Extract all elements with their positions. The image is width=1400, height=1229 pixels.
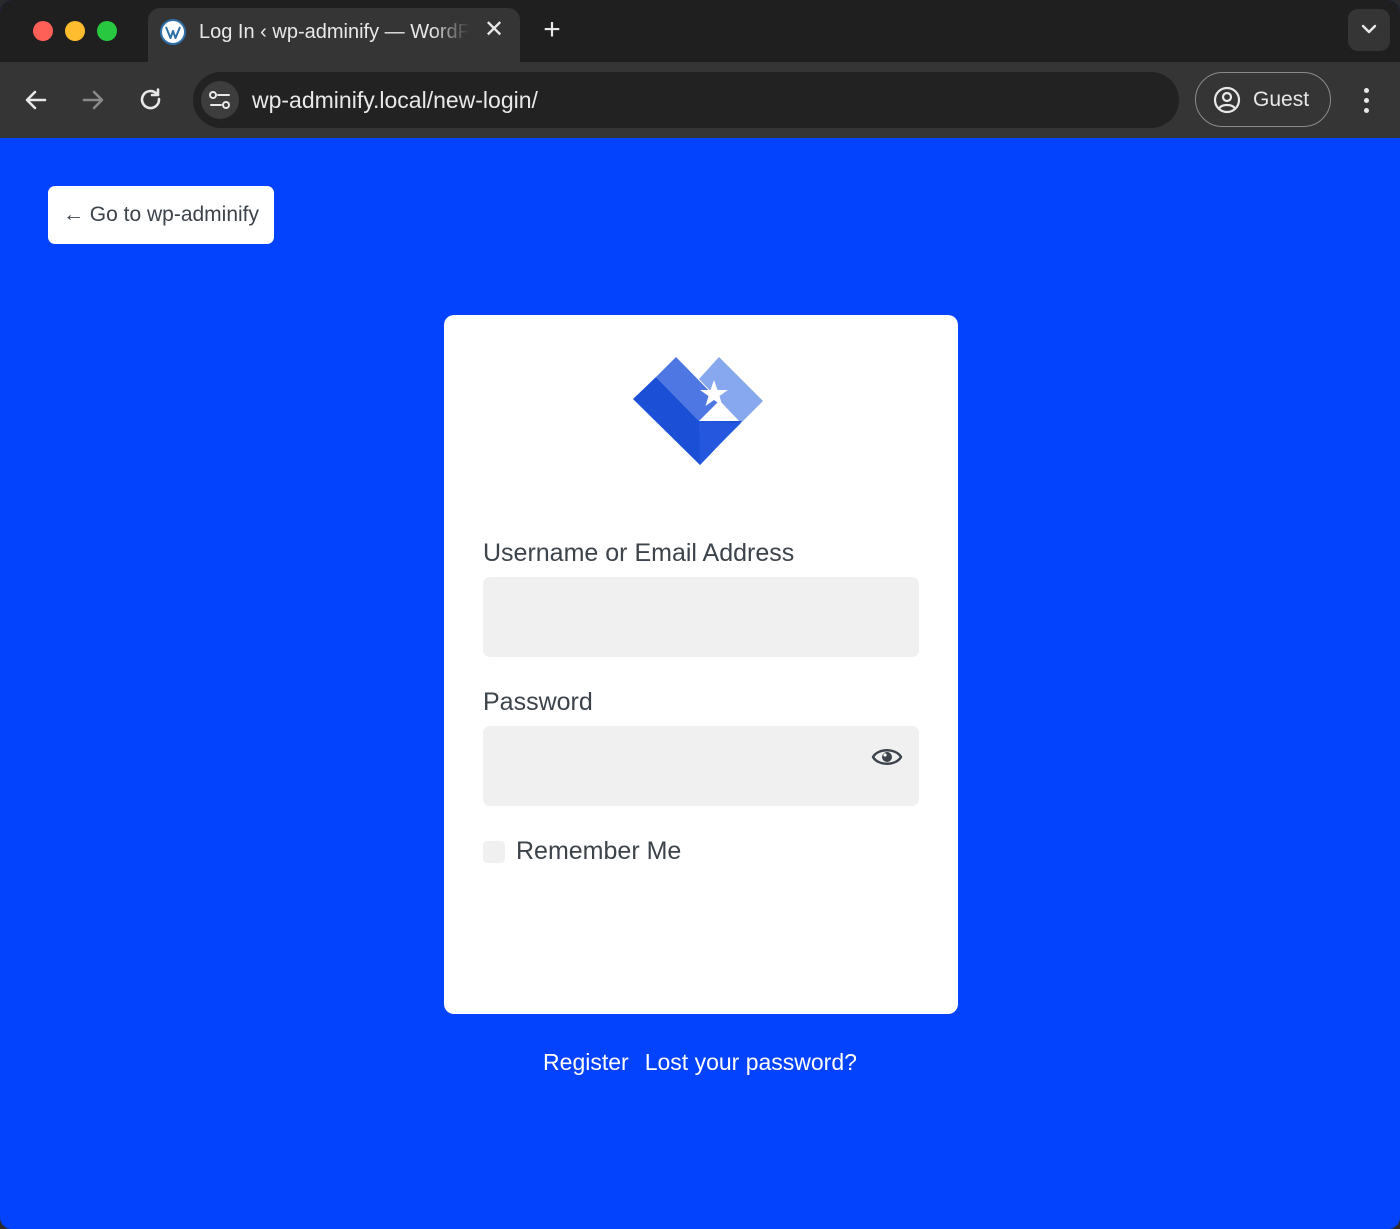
password-label: Password	[483, 688, 593, 716]
profile-button[interactable]: Guest	[1195, 72, 1331, 127]
login-form: Username or Email Address Password Remem…	[444, 315, 958, 1014]
url-text[interactable]: wp-adminify.local/new-login/	[252, 85, 538, 115]
browser-toolbar: wp-adminify.local/new-login/ Guest	[0, 62, 1400, 138]
footer-links: Register Lost your password?	[0, 1047, 1400, 1077]
back-button[interactable]	[20, 84, 52, 116]
arrow-left-icon	[25, 90, 47, 110]
maximize-window-button[interactable]	[97, 21, 117, 41]
reload-button[interactable]	[135, 84, 167, 116]
reload-icon	[140, 88, 161, 110]
minimize-window-button[interactable]	[65, 21, 85, 41]
username-label: Username or Email Address	[483, 539, 795, 567]
register-link[interactable]: Register	[543, 1049, 629, 1075]
arrow-right-icon	[82, 90, 104, 110]
tab-strip: Log In ‹ wp-adminify — WordPress ✕ +	[0, 0, 1400, 62]
close-tab-icon[interactable]: ✕	[482, 18, 506, 42]
remember-me-label[interactable]: Remember Me	[516, 835, 681, 867]
login-page: ← Go to wp-adminify Username or Email Ad…	[0, 138, 1400, 1229]
site-settings-button[interactable]	[201, 81, 239, 119]
more-menu-icon[interactable]	[1352, 84, 1380, 116]
forward-button[interactable]	[77, 84, 109, 116]
profile-label: Guest	[1253, 88, 1310, 111]
address-bar[interactable]: wp-adminify.local/new-login/	[193, 72, 1179, 128]
show-password-eye-icon[interactable]	[871, 745, 903, 769]
tab-active[interactable]: Log In ‹ wp-adminify — WordPress ✕	[148, 8, 520, 62]
lost-password-link[interactable]: Lost your password?	[645, 1049, 857, 1075]
remember-me-checkbox[interactable]	[483, 841, 505, 863]
tab-title: Log In ‹ wp-adminify — WordPress	[199, 21, 469, 43]
close-window-button[interactable]	[33, 21, 53, 41]
site-logo-icon	[633, 357, 763, 465]
tune-icon	[209, 91, 230, 109]
username-input[interactable]	[483, 577, 919, 657]
password-input[interactable]	[483, 726, 919, 806]
new-tab-button[interactable]: +	[538, 15, 566, 45]
browser-window: Log In ‹ wp-adminify — WordPress ✕ +	[0, 0, 1400, 1229]
wordpress-icon	[160, 19, 186, 45]
chevron-down-icon	[1361, 24, 1377, 34]
account-circle-icon	[1213, 86, 1241, 114]
tab-search-button[interactable]	[1348, 9, 1390, 51]
back-to-site-link[interactable]: ← Go to wp-adminify	[48, 186, 274, 244]
